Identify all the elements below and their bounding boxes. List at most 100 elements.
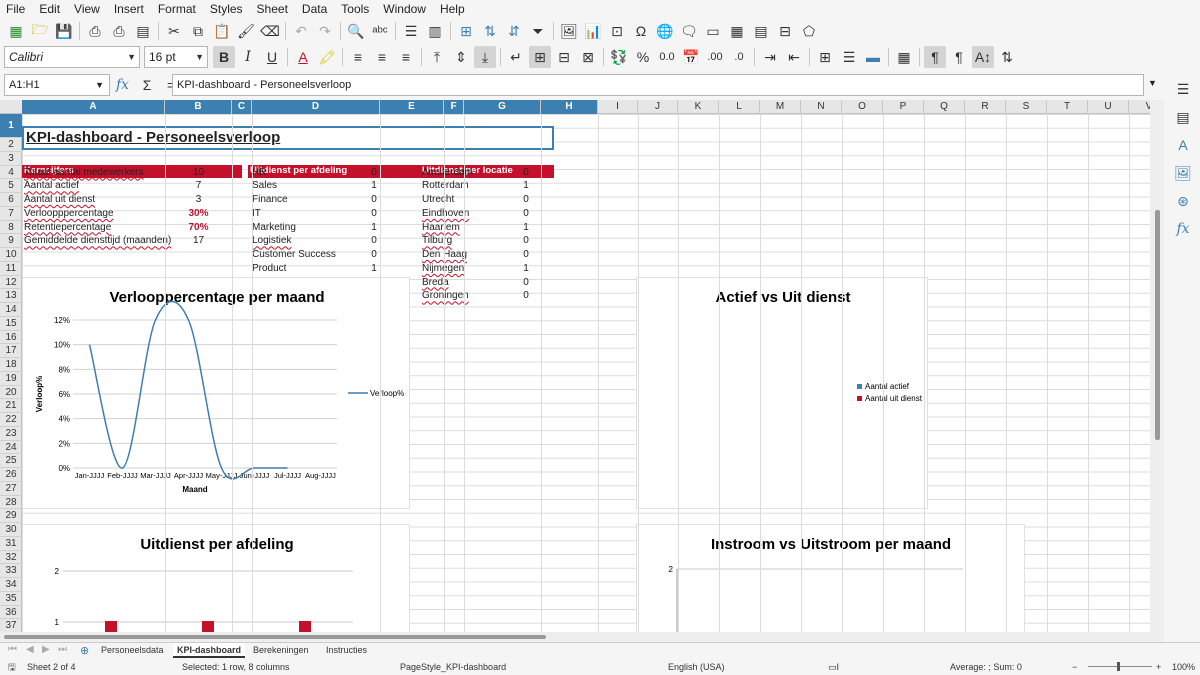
afdeling-value[interactable]: 1	[346, 179, 402, 193]
locatie-label[interactable]: Groningen	[420, 289, 495, 303]
row-header-30[interactable]: 30	[0, 523, 22, 537]
row-header-22[interactable]: 22	[0, 413, 22, 427]
undo-icon[interactable]: ↶	[290, 20, 312, 42]
row-header-6[interactable]: 6	[0, 193, 22, 207]
locatie-label[interactable]: Nijmegen	[420, 262, 495, 276]
spellcheck-icon[interactable]: ᵃᵇᶜ	[369, 20, 391, 42]
kpi-label[interactable]: Aantal actief	[22, 179, 162, 193]
menu-window[interactable]: Window	[383, 2, 426, 16]
row-header-35[interactable]: 35	[0, 592, 22, 606]
row-header-16[interactable]: 16	[0, 331, 22, 345]
insert-chart-icon[interactable]: 📊	[582, 20, 604, 42]
kpi-label[interactable]: Verloopppercentage	[22, 207, 162, 221]
align-center-icon[interactable]: ≡	[371, 46, 393, 68]
text-direction-icon[interactable]: A↕	[972, 46, 994, 68]
define-print-area-icon[interactable]: ▦	[726, 20, 748, 42]
hamburger-menu-icon[interactable]: ☰	[1174, 80, 1192, 98]
kpi-value[interactable]: 70%	[165, 221, 232, 235]
column-header-o[interactable]: O	[842, 100, 883, 114]
row-header-21[interactable]: 21	[0, 399, 22, 413]
unmerge-cells-icon[interactable]: ⊠	[577, 46, 599, 68]
decrease-indent-icon[interactable]: ⇤	[783, 46, 805, 68]
functions-icon[interactable]: fx	[1174, 220, 1192, 238]
row-header-2[interactable]: 2	[0, 138, 22, 152]
column-header-n[interactable]: N	[801, 100, 842, 114]
clear-formatting-icon[interactable]: ⌫	[259, 20, 281, 42]
open-folder-icon[interactable]: 🗁	[29, 20, 51, 42]
row-header-23[interactable]: 23	[0, 427, 22, 441]
kpi-value[interactable]: 17	[165, 234, 232, 248]
column-header-e[interactable]: E	[380, 100, 444, 114]
row-header-7[interactable]: 7	[0, 207, 22, 221]
zoom-in-icon[interactable]: +	[1156, 659, 1161, 675]
sheet-tab-kpi-dashboard[interactable]: KPI-dashboard	[173, 643, 246, 658]
locatie-value[interactable]: 0	[498, 234, 554, 248]
row-header-5[interactable]: 5	[0, 179, 22, 193]
styles-icon[interactable]: A	[1174, 136, 1192, 154]
row-header-31[interactable]: 31	[0, 537, 22, 551]
column-header-r[interactable]: R	[965, 100, 1006, 114]
zoom-out-icon[interactable]: −	[1072, 659, 1077, 675]
chart-uitdienst-per-afdeling[interactable]: Uitdienst per afdeling 1 2	[22, 524, 410, 632]
column-header-s[interactable]: S	[1006, 100, 1047, 114]
rtl-direction-icon[interactable]: ¶	[948, 46, 970, 68]
find-replace-icon[interactable]: 🔍	[345, 20, 367, 42]
locatie-label[interactable]: Haarlem	[420, 221, 495, 235]
row-header-18[interactable]: 18	[0, 358, 22, 372]
font-size-combo[interactable]: 16 pt ▼	[144, 46, 208, 68]
zoom-slider[interactable]	[1088, 666, 1152, 667]
row-header-36[interactable]: 36	[0, 606, 22, 620]
locatie-value[interactable]: 0	[498, 276, 554, 290]
cell-area[interactable]: KPI-dashboard - Personeelsverloop Kernci…	[22, 114, 1150, 632]
date-format-icon[interactable]: 📅	[680, 46, 702, 68]
properties-icon[interactable]: ▤	[1174, 108, 1192, 126]
kpi-value[interactable]: 3	[165, 193, 232, 207]
column-header-t[interactable]: T	[1047, 100, 1088, 114]
column-header-f[interactable]: F	[444, 100, 464, 114]
page-style[interactable]: PageStyle_KPI-dashboard	[400, 659, 506, 675]
align-bottom-icon[interactable]: ⤓	[474, 46, 496, 68]
row-header-8[interactable]: 8	[0, 221, 22, 235]
column-header-i[interactable]: I	[598, 100, 638, 114]
menu-format[interactable]: Format	[158, 2, 196, 16]
menu-help[interactable]: Help	[440, 2, 465, 16]
locatie-label[interactable]: Den Haag	[420, 248, 495, 262]
italic-icon[interactable]: I	[237, 46, 259, 68]
locatie-label[interactable]: Utrecht	[420, 193, 495, 207]
sum-icon[interactable]: Σ	[136, 74, 158, 96]
align-middle-icon[interactable]: ⇕	[450, 46, 472, 68]
comment-icon[interactable]: 🗨	[678, 20, 700, 42]
copy-icon[interactable]: ⧉	[187, 20, 209, 42]
afdeling-value[interactable]: 1	[346, 262, 402, 276]
number-format-icon[interactable]: 0.0	[656, 46, 678, 68]
spreadsheet-grid[interactable]: ABCDEFGHIJKLMNOPQRSTUVW 1234567891011121…	[0, 100, 1150, 632]
add-decimal-icon[interactable]: .00	[704, 46, 726, 68]
sheet-tab-personeelsdata[interactable]: Personeelsdata	[97, 643, 168, 658]
locatie-value[interactable]: 0	[498, 207, 554, 221]
sheet-tab-berekeningen[interactable]: Berekeningen	[249, 643, 313, 658]
row-header-10[interactable]: 10	[0, 248, 22, 262]
menu-edit[interactable]: Edit	[39, 2, 60, 16]
locatie-value[interactable]: 1	[498, 262, 554, 276]
locatie-value[interactable]: 0	[498, 248, 554, 262]
name-box[interactable]: A1:H1 ▼	[4, 74, 110, 96]
scroll-thumb[interactable]	[4, 635, 546, 639]
column-header-b[interactable]: B	[165, 100, 232, 114]
row-header-1[interactable]: 1	[0, 114, 22, 138]
align-right-icon[interactable]: ≡	[395, 46, 417, 68]
menu-insert[interactable]: Insert	[114, 2, 144, 16]
print-preview-icon[interactable]: ▤	[132, 20, 154, 42]
locatie-value[interactable]: 1	[498, 221, 554, 235]
align-left-icon[interactable]: ≡	[347, 46, 369, 68]
font-name-combo[interactable]: Calibri ▼	[4, 46, 140, 68]
row-header-27[interactable]: 27	[0, 482, 22, 496]
headers-footers-icon[interactable]: ▭	[702, 20, 724, 42]
cut-icon[interactable]: ✂	[163, 20, 185, 42]
locatie-value[interactable]: 1	[498, 179, 554, 193]
next-sheet-icon[interactable]: ▶	[42, 644, 50, 655]
row-header-17[interactable]: 17	[0, 344, 22, 358]
row-header-37[interactable]: 37	[0, 619, 22, 632]
column-header-l[interactable]: L	[719, 100, 760, 114]
freeze-rows-columns-icon[interactable]: ▤	[750, 20, 772, 42]
locatie-label[interactable]: Tilburg	[420, 234, 495, 248]
